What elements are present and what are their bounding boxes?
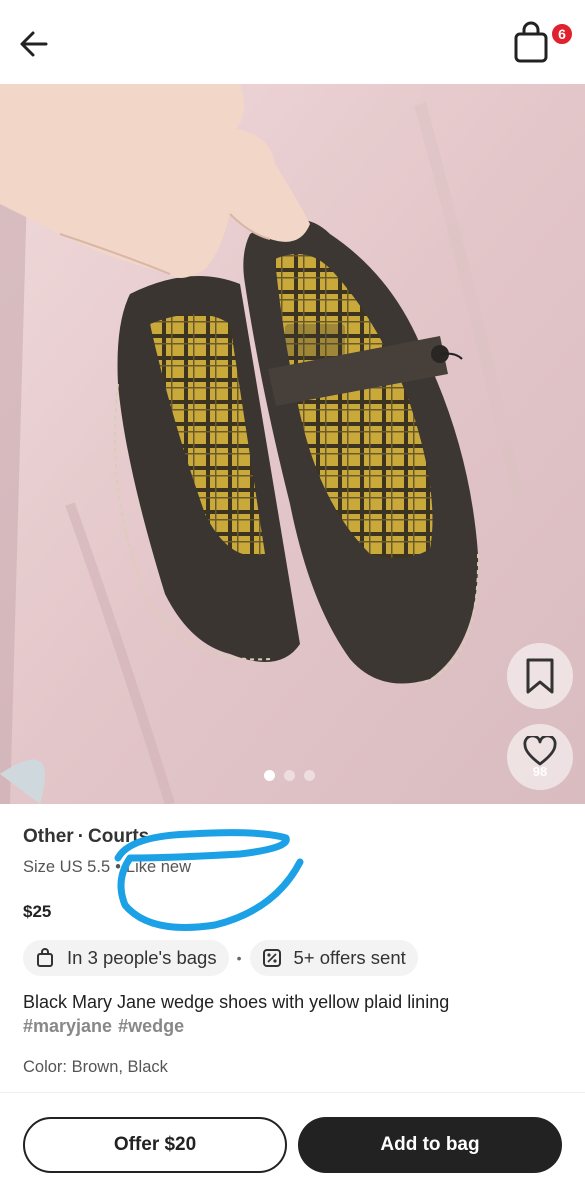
back-button[interactable] <box>14 24 54 64</box>
chip-separator: • <box>236 950 242 966</box>
like-count: 98 <box>532 763 548 779</box>
hashtag-link[interactable]: #wedge <box>118 1016 184 1036</box>
pager-dot[interactable] <box>304 770 315 781</box>
size-label: Size US 5.5 <box>23 858 111 876</box>
product-image <box>0 84 585 804</box>
offer-button[interactable]: Offer $20 <box>23 1117 287 1173</box>
bags-chip: In 3 people's bags <box>23 940 229 976</box>
add-to-bag-button[interactable]: Add to bag <box>298 1117 562 1173</box>
separator: • <box>115 858 121 876</box>
bags-chip-label: In 3 people's bags <box>67 947 217 968</box>
brand-category: Other · Courts <box>23 826 563 854</box>
hashtag-link[interactable]: #maryjane <box>23 1016 112 1036</box>
category-link[interactable]: Courts <box>88 826 149 847</box>
condition-label: Like new <box>125 858 192 876</box>
action-bar: Offer $20 Add to bag <box>0 1092 585 1200</box>
pager-dot-active[interactable] <box>264 770 275 781</box>
product-info: Other · Courts Size US 5.5 • Like new $25 In… <box>23 826 563 1077</box>
like-button[interactable]: 98 <box>507 724 573 790</box>
color-info: Color: Brown, Black <box>23 1058 168 1076</box>
bookmark-icon <box>526 658 554 694</box>
pager-dot[interactable] <box>284 770 295 781</box>
hashtags: #maryjane #wedge <box>23 1014 563 1038</box>
social-chips: In 3 people's bags • 5+ offers sent <box>23 940 563 976</box>
top-bar: 6 <box>0 0 585 84</box>
percent-tag-icon <box>262 948 282 968</box>
separator: · <box>77 826 85 847</box>
price: $25 <box>23 902 52 921</box>
bag-icon <box>35 948 55 968</box>
bag-button[interactable]: 6 <box>508 20 574 70</box>
size-condition: Size US 5.5 • Like new <box>23 858 563 882</box>
brand-link[interactable]: Other <box>23 826 74 847</box>
description: Black Mary Jane wedge shoes with yellow … <box>23 992 450 1012</box>
bag-count-badge: 6 <box>550 22 574 46</box>
arrow-left-icon <box>20 31 48 57</box>
heart-icon <box>523 735 557 765</box>
save-button[interactable] <box>507 643 573 709</box>
offers-chip-label: 5+ offers sent <box>293 947 406 968</box>
offers-chip: 5+ offers sent <box>249 940 418 976</box>
product-photo[interactable]: 98 <box>0 84 585 804</box>
image-pager <box>264 770 315 781</box>
